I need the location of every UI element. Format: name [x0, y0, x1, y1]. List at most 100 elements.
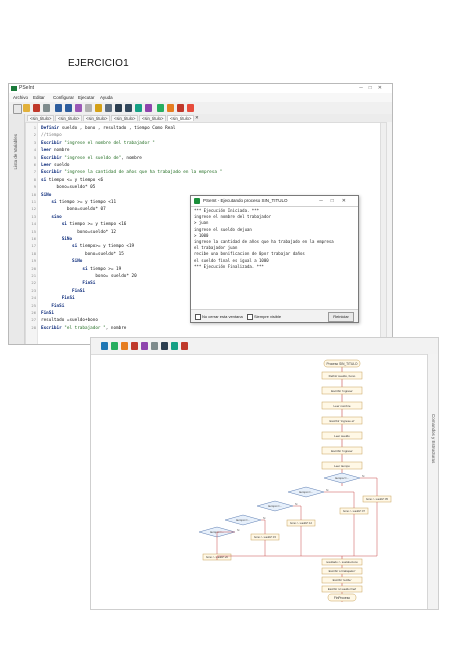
code-token: si [41, 244, 78, 250]
save-icon[interactable] [33, 104, 40, 112]
flow-step-label: Definir sueldo, bono [329, 374, 356, 378]
flow-yes-label: Si [237, 528, 240, 532]
flow-yes-label: Si [295, 502, 298, 506]
export-icon[interactable] [141, 342, 148, 350]
step-run-icon[interactable] [167, 104, 174, 112]
debug-icon[interactable] [177, 104, 184, 112]
menu-ayuda[interactable]: Ayuda [100, 95, 113, 100]
line-number: 20 [31, 265, 36, 271]
code-line: FinSi [41, 310, 54, 317]
line-number: 10 [31, 191, 36, 197]
menu-editar[interactable]: Editar [33, 95, 45, 100]
arrange-icon[interactable] [171, 342, 178, 350]
code-token: bono=sueldo* 12 [41, 229, 117, 235]
variables-sidebar[interactable]: Lista de Variables [9, 114, 25, 344]
search-icon[interactable] [115, 104, 122, 112]
print-icon[interactable] [151, 342, 158, 350]
tab-file-6-active[interactable]: <sin_titulo> [167, 115, 195, 121]
indent-icon[interactable] [105, 104, 112, 112]
code-token: nombre [51, 148, 70, 154]
code-line: FinSi [41, 303, 64, 310]
cut-icon[interactable] [75, 104, 82, 112]
tab-close-icon[interactable]: ✕ [195, 115, 199, 121]
line-number: 21 [31, 273, 36, 278]
tab-file-5[interactable]: <sin_titulo> [139, 115, 167, 121]
line-number: 22 [31, 280, 36, 286]
code-token: bono= sueldo* 20 [41, 274, 137, 279]
step-icon[interactable] [121, 342, 128, 350]
code-token: FinSi [41, 288, 85, 294]
code-token: tiempo >= y tiempo <16 [66, 222, 127, 228]
window-controls[interactable]: ─□✕ [359, 85, 388, 91]
line-number: 16 [31, 236, 36, 241]
code-line: SiNo [41, 236, 72, 243]
flow-tail-label: Escribir 'el sueldo final' [328, 587, 357, 591]
undo-icon[interactable] [55, 104, 62, 112]
editor-tabs: <sin_titulo> <sin_titulo> <sin_titulo> <… [25, 114, 392, 122]
line-number: 28 [31, 324, 36, 330]
tab-file-3[interactable]: <sin_titulo> [83, 115, 111, 121]
zoom-icon[interactable] [101, 342, 108, 350]
flow-step-label: Escribir 'ingrese el' [330, 419, 355, 423]
code-token: tiempo >= y tiempo <11 [56, 200, 117, 205]
line-number: 23 [31, 287, 36, 293]
line-number: 6 [33, 162, 36, 167]
paste-icon[interactable] [95, 104, 102, 112]
editor-vertical-scrollbar[interactable] [380, 123, 386, 344]
tab-file-4[interactable]: <sin_titulo> [111, 115, 139, 121]
flowchart-icon[interactable] [145, 104, 152, 112]
tab-file-1[interactable]: <sin_titulo> [27, 115, 55, 121]
format-icon[interactable] [135, 104, 142, 112]
code-line: bono=sueldo* 05 [41, 184, 96, 191]
help-icon[interactable] [181, 342, 188, 350]
code-line: FinSi [41, 295, 75, 302]
code-line: bono= sueldo* 20 [41, 273, 137, 280]
code-token: sueldo , bono , resultado , tiempo Como … [59, 126, 176, 131]
line-number: 13 [31, 213, 36, 219]
variables-sidebar-label: Lista de Variables [13, 134, 18, 170]
flow-yes-label: Si [326, 488, 329, 492]
code-line: sino [41, 214, 61, 221]
help-icon[interactable] [187, 104, 194, 112]
console-window-controls[interactable]: ─□✕ [319, 198, 354, 204]
stop-icon[interactable] [131, 342, 138, 350]
tab-file-2[interactable]: <sin_titulo> [55, 115, 83, 121]
console-output: *** Ejecución Iniciada. *** ingrese el no… [194, 208, 355, 308]
code-token: tiempo <= y tiempo <6 [46, 177, 104, 183]
code-token: SiNo [41, 237, 73, 242]
menu-bar: Archivo Editar Configurar Ejecutar Ayuda [9, 93, 392, 102]
run-icon[interactable] [111, 342, 118, 350]
flow-tail-label: Escribir 'recibe' [333, 578, 352, 582]
line-number: 25 [31, 302, 36, 308]
flow-assign-label: bono <- sueldo*.05 [366, 497, 388, 501]
code-line: Escribir "ingrese el sueldo de", nombre [41, 155, 142, 162]
always-visible-checkbox[interactable] [247, 314, 253, 320]
line-number: 18 [31, 250, 36, 256]
menu-ejecutar[interactable]: Ejecutar [78, 95, 95, 100]
no-close-checkbox[interactable] [195, 314, 201, 320]
redo-icon[interactable] [65, 104, 72, 112]
line-number: 1 [33, 125, 36, 130]
code-token: resultado =sueldo+bono [41, 318, 98, 324]
code-token: "ingrese el sueldo de" [61, 155, 122, 161]
line-number: 12 [31, 206, 36, 212]
run-icon[interactable] [157, 104, 164, 112]
code-line: si tiempo >= 19 [41, 266, 121, 273]
line-number: 26 [31, 310, 36, 315]
comment-icon[interactable] [161, 342, 168, 350]
new-file-icon[interactable] [13, 104, 22, 114]
menu-configurar[interactable]: Configurar [53, 95, 74, 100]
code-token: si [41, 200, 57, 205]
code-token: FinSi [41, 303, 65, 309]
save-as-icon[interactable] [43, 104, 50, 112]
open-folder-icon[interactable] [23, 104, 30, 112]
replace-icon[interactable] [125, 104, 132, 112]
menu-archivo[interactable]: Archivo [13, 95, 28, 100]
line-number: 15 [31, 228, 36, 234]
code-token: FinSi [41, 296, 75, 302]
copy-icon[interactable] [85, 104, 92, 112]
commands-sidebar[interactable]: Comandos y Estructuras [427, 354, 438, 609]
flowchart-canvas[interactable]: Proceso SIN_TITULO Definir sueldo, bono E… [99, 356, 419, 604]
code-line: SiNo [41, 192, 51, 199]
restart-button[interactable]: Reiniciar [328, 312, 354, 322]
